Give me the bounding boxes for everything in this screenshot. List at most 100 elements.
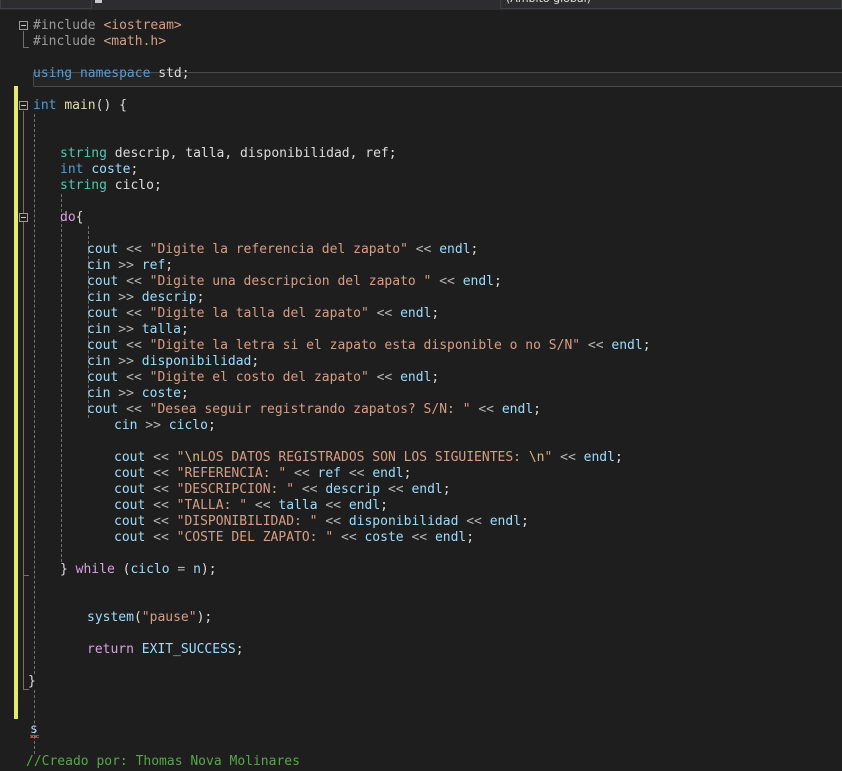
code-token: << — [580, 338, 612, 353]
code-line[interactable]: cout << "\nLOS DATOS REGISTRADOS SON LOS… — [114, 450, 623, 466]
code-token: cout — [87, 402, 119, 417]
code-token: cout — [87, 274, 119, 289]
code-token: ; — [196, 290, 205, 305]
code-token: "DISPONIBILIDAD: " — [176, 514, 318, 529]
code-token: cout — [114, 498, 146, 513]
code-line[interactable]: cin >> descrip; — [87, 290, 204, 306]
code-token: << — [145, 482, 177, 497]
code-line[interactable]: int coste; — [60, 162, 138, 178]
code-token: endl — [611, 338, 643, 353]
code-token: endl — [462, 274, 495, 289]
code-token: \n — [528, 450, 545, 465]
code-token: ; — [494, 274, 502, 289]
code-token: << — [380, 482, 412, 497]
code-token: ; — [251, 354, 260, 369]
code-token: ref — [317, 466, 341, 481]
code-line[interactable]: int main() { — [33, 98, 127, 114]
code-line[interactable]: cin >> ref; — [87, 258, 173, 274]
code-line[interactable]: cin >> disponibilidad; — [87, 354, 259, 370]
code-line[interactable]: cin >> talla; — [87, 322, 189, 338]
code-token: = — [169, 562, 194, 577]
code-line[interactable]: cout << "Digite una descripcion del zapa… — [87, 274, 502, 290]
code-token: << — [294, 482, 326, 497]
code-token: endl — [489, 514, 522, 529]
code-token: std — [158, 66, 182, 81]
error-squiggle — [30, 735, 39, 738]
code-token: ; — [642, 338, 651, 353]
code-token: ; — [180, 386, 189, 401]
code-line[interactable]: string ciclo; — [60, 178, 162, 194]
code-token: <iostream> — [103, 18, 182, 33]
code-line[interactable]: cout << "Digite la talla del zapato" << … — [87, 306, 439, 322]
code-token: "REFERENCIA: " — [176, 466, 287, 481]
code-token: cout — [114, 514, 146, 529]
indent-guide — [34, 114, 35, 674]
code-token: ( — [114, 562, 131, 577]
code-token: disponibilidad — [348, 514, 459, 529]
code-line[interactable]: #include <math.h> — [33, 34, 166, 50]
code-line[interactable]: cout << "COSTE DEL ZAPATO: " << coste <<… — [114, 530, 474, 546]
code-token: ciclo — [114, 178, 154, 193]
code-token: << — [118, 242, 150, 257]
code-token: main — [64, 98, 96, 113]
code-line[interactable]: cout << "Digite la referencia del zapato… — [87, 242, 478, 258]
code-line[interactable]: cin >> coste; — [87, 386, 189, 402]
code-token: using — [33, 66, 73, 81]
code-line[interactable]: cout << "DISPONIBILIDAD: " << disponibil… — [114, 514, 529, 530]
code-token: int — [60, 162, 84, 177]
code-token: "Desea seguir registrando zapatos? S/N: … — [149, 402, 471, 417]
code-token: << — [317, 498, 349, 513]
code-token: << — [118, 402, 150, 417]
code-token: << — [431, 274, 463, 289]
code-line[interactable]: //Creado por: Thomas Nova Molinares — [26, 754, 300, 770]
navigation-scope-dropdown[interactable] — [0, 0, 92, 9]
code-line[interactable]: #include <iostream> — [33, 18, 182, 34]
code-token: string — [60, 146, 107, 161]
code-token: cin — [87, 322, 111, 337]
code-line[interactable]: cout << "TALLA: " << talla << endl; — [114, 498, 388, 514]
code-line[interactable]: cout << "Digite la letra si el zapato es… — [87, 338, 651, 354]
code-line[interactable]: cout << "Desea seguir registrando zapato… — [87, 402, 541, 418]
code-line[interactable]: using namespace std; — [33, 66, 190, 82]
code-token: << — [145, 514, 177, 529]
code-token: } — [60, 562, 76, 577]
code-token: ; — [533, 402, 541, 417]
toolbar-icon-9[interactable] — [95, 0, 102, 3]
code-line[interactable]: string descrip, talla, disponibilidad, r… — [60, 146, 397, 162]
code-token: << — [118, 370, 150, 385]
code-line[interactable]: system("pause"); — [87, 610, 212, 626]
code-token: ); — [196, 610, 213, 625]
code-token: return — [87, 642, 134, 657]
code-token: ref — [365, 146, 389, 161]
code-token: ; — [153, 178, 162, 193]
navigation-member-dropdown[interactable]: (Ámbito global) — [500, 0, 842, 9]
code-token: cout — [87, 306, 119, 321]
code-token: cout — [114, 530, 146, 545]
code-line[interactable]: cout << "REFERENCIA: " << ref << endl; — [114, 466, 411, 482]
code-line[interactable]: } while (ciclo = n); — [60, 562, 217, 578]
code-token: ; — [614, 450, 623, 465]
code-token: ; — [130, 162, 139, 177]
code-token: ; — [180, 322, 189, 337]
code-token: << — [470, 402, 502, 417]
code-line[interactable]: cout << "Digite el costo del zapato" << … — [87, 370, 439, 386]
code-token: ; — [388, 146, 397, 161]
code-token: string — [60, 178, 107, 193]
code-line[interactable]: cout << "DESCRIPCION: " << descrip << en… — [114, 482, 451, 498]
code-line[interactable]: } — [28, 674, 36, 690]
code-token: "DESCRIPCION: " — [176, 482, 295, 497]
code-line[interactable]: return EXIT_SUCCESS; — [87, 642, 244, 658]
code-token: << — [458, 514, 490, 529]
code-editor[interactable]: #include <iostream> #include <math.h> usin… — [0, 10, 842, 771]
code-line[interactable]: cin >> ciclo; — [114, 418, 216, 434]
code-token: "TALLA: " — [176, 498, 248, 513]
code-text-layer[interactable]: #include <iostream> #include <math.h> usin… — [0, 10, 842, 771]
code-token: descrip — [141, 290, 197, 305]
code-line[interactable]: do{ — [60, 210, 83, 226]
code-token: system — [87, 610, 134, 625]
code-token: coste — [141, 386, 181, 401]
code-token: #include — [33, 34, 104, 49]
code-token: disponibilidad — [141, 354, 252, 369]
